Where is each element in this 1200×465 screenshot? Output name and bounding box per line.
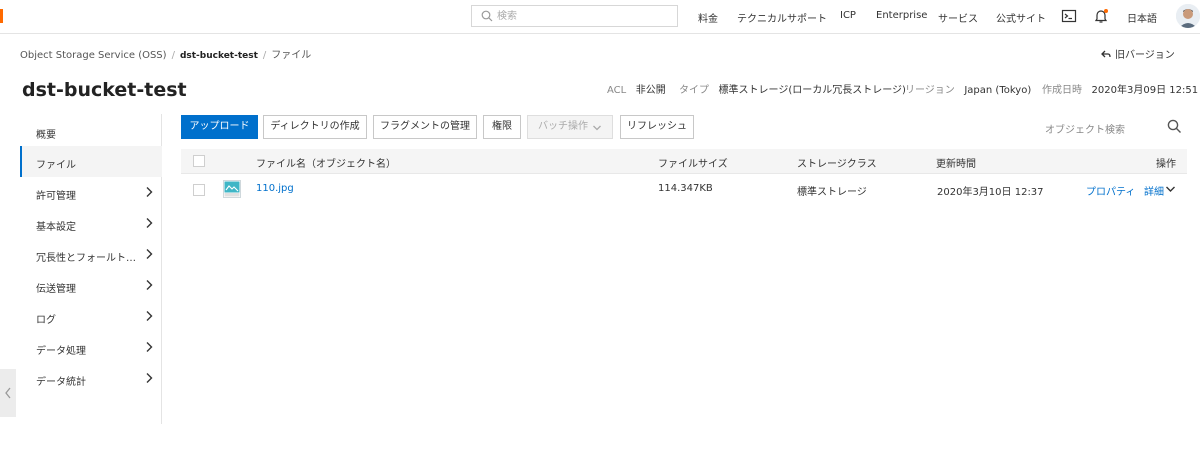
sidebar-item-label: 許可管理 (36, 191, 76, 202)
meta-type-value: 標準ストレージ(ローカル冗長ストレージ) (718, 85, 906, 96)
sidebar-item-label: データ処理 (36, 346, 86, 357)
terminal-icon[interactable] (1061, 8, 1077, 24)
nav-official-site[interactable]: 公式サイト (996, 10, 1046, 25)
old-version-link[interactable]: 旧バージョン (1101, 46, 1175, 61)
sidebar-item-label: 概要 (36, 130, 56, 141)
nav-icp[interactable]: ICP (840, 10, 856, 21)
chevron-right-icon (146, 280, 153, 290)
sidebar-item-label: 基本設定 (36, 222, 76, 233)
batch-operations-label: バッチ操作 (538, 121, 588, 132)
chevron-right-icon (146, 249, 153, 259)
sidebar-collapse-handle[interactable] (0, 369, 16, 417)
chevron-down-icon (593, 125, 601, 131)
sidebar-item-label: ファイル (36, 160, 76, 171)
meta-region-key: リージョン (905, 85, 955, 96)
create-directory-button[interactable]: ディレクトリの作成 (263, 115, 367, 139)
column-header-updated[interactable]: 更新時間 (936, 155, 976, 170)
meta-region: リージョン Japan (Tokyo) (905, 81, 1031, 96)
properties-link[interactable]: プロパティ (1086, 183, 1135, 198)
object-search-input[interactable]: オブジェクト検索 (1045, 121, 1125, 136)
sidebar-item-data-processing[interactable]: データ処理 (20, 332, 162, 363)
sidebar-item-permissions[interactable]: 許可管理 (20, 177, 162, 208)
nav-technical-support[interactable]: テクニカルサポート (737, 10, 827, 25)
meta-acl-value: 非公開 (635, 85, 666, 96)
meta-created: 作成日時 2020年3月09日 12:51 (1042, 81, 1198, 96)
sidebar-item-transfer[interactable]: 伝送管理 (20, 270, 162, 301)
meta-type: タイプ 標準ストレージ(ローカル冗長ストレージ) (679, 81, 906, 96)
sidebar-item-data-statistics[interactable]: データ統計 (20, 363, 162, 394)
file-updated-time: 2020年3月10日 12:37 (937, 187, 1044, 198)
chevron-down-icon[interactable] (1165, 185, 1176, 194)
sidebar-item-redundancy[interactable]: 冗長性とフォールトト… (20, 239, 162, 270)
meta-region-value: Japan (Tokyo) (964, 85, 1032, 96)
breadcrumb-separator: / (262, 50, 267, 61)
file-storage-class: 標準ストレージ (797, 187, 867, 198)
chevron-right-icon (146, 218, 153, 228)
chevron-right-icon (146, 342, 153, 352)
chevron-right-icon (146, 311, 153, 321)
sidebar-item-label: 冗長性とフォールトト… (36, 253, 144, 264)
breadcrumb-bucket[interactable]: dst-bucket-test (180, 51, 258, 61)
nav-services[interactable]: サービス (938, 10, 978, 25)
row-checkbox[interactable] (193, 184, 205, 196)
refresh-button[interactable]: リフレッシュ (620, 115, 694, 139)
sidebar-item-basic-settings[interactable]: 基本設定 (20, 208, 162, 239)
breadcrumb-separator: / (171, 50, 175, 61)
brand-logo-mark[interactable] (0, 9, 3, 23)
user-avatar[interactable] (1176, 4, 1200, 28)
column-header-name[interactable]: ファイル名（オブジェクト名） (256, 155, 396, 170)
meta-created-value: 2020年3月09日 12:51 (1091, 85, 1199, 96)
bell-icon[interactable] (1093, 8, 1109, 24)
image-file-icon (223, 180, 241, 198)
table-row: 110.jpg 114.347KB 標準ストレージ 2020年3月10日 12:… (181, 174, 1187, 204)
details-link[interactable]: 詳細 (1144, 183, 1164, 198)
search-icon[interactable] (1167, 119, 1182, 134)
chevron-right-icon (146, 373, 153, 383)
bucket-sidebar: 概要 ファイル 許可管理 基本設定 冗長性とフォールトト… 伝送管理 ログ デー… (20, 114, 162, 424)
sidebar-item-files[interactable]: ファイル (20, 146, 162, 177)
global-search-input[interactable] (497, 8, 672, 24)
file-name-link[interactable]: 110.jpg (256, 183, 294, 194)
sidebar-item-label: ログ (36, 315, 56, 326)
chevron-right-icon (146, 187, 153, 197)
meta-type-key: タイプ (679, 85, 709, 96)
sidebar-item-logs[interactable]: ログ (20, 301, 162, 332)
column-header-size[interactable]: ファイルサイズ (658, 155, 728, 170)
select-all-checkbox[interactable] (193, 155, 205, 167)
meta-acl-key: ACL (607, 85, 627, 96)
manage-fragments-button[interactable]: フラグメントの管理 (373, 115, 477, 139)
file-size: 114.347KB (658, 183, 713, 194)
nav-enterprise[interactable]: Enterprise (876, 10, 927, 21)
upload-button[interactable]: アップロード (181, 115, 258, 139)
top-navigation-bar: 料金 テクニカルサポート ICP Enterprise サービス 公式サイト 日… (0, 0, 1200, 34)
meta-created-key: 作成日時 (1042, 85, 1082, 96)
sidebar-item-label: データ統計 (36, 377, 86, 388)
breadcrumb-files: ファイル (271, 50, 312, 61)
nav-pricing[interactable]: 料金 (698, 10, 718, 25)
permissions-button[interactable]: 権限 (483, 115, 521, 139)
sidebar-item-label: 伝送管理 (36, 284, 76, 295)
file-table-header: ファイル名（オブジェクト名） ファイルサイズ ストレージクラス 更新時間 操作 (181, 149, 1187, 174)
breadcrumb-oss[interactable]: Object Storage Service (OSS) (20, 50, 167, 61)
chevron-left-icon (5, 387, 11, 399)
page-title: dst-bucket-test (22, 79, 187, 101)
global-search-box[interactable] (471, 5, 678, 27)
meta-acl: ACL 非公開 (607, 81, 666, 96)
column-header-actions: 操作 (1156, 159, 1176, 170)
language-selector[interactable]: 日本語 (1127, 10, 1157, 25)
column-header-storage-class[interactable]: ストレージクラス (797, 155, 877, 170)
breadcrumb: Object Storage Service (OSS) / dst-bucket-… (20, 46, 311, 61)
sidebar-item-overview[interactable]: 概要 (20, 116, 162, 147)
batch-operations-dropdown[interactable]: バッチ操作 (527, 115, 613, 139)
search-icon (481, 10, 493, 22)
old-version-label: 旧バージョン (1115, 50, 1175, 61)
back-arrow-icon (1101, 50, 1111, 58)
